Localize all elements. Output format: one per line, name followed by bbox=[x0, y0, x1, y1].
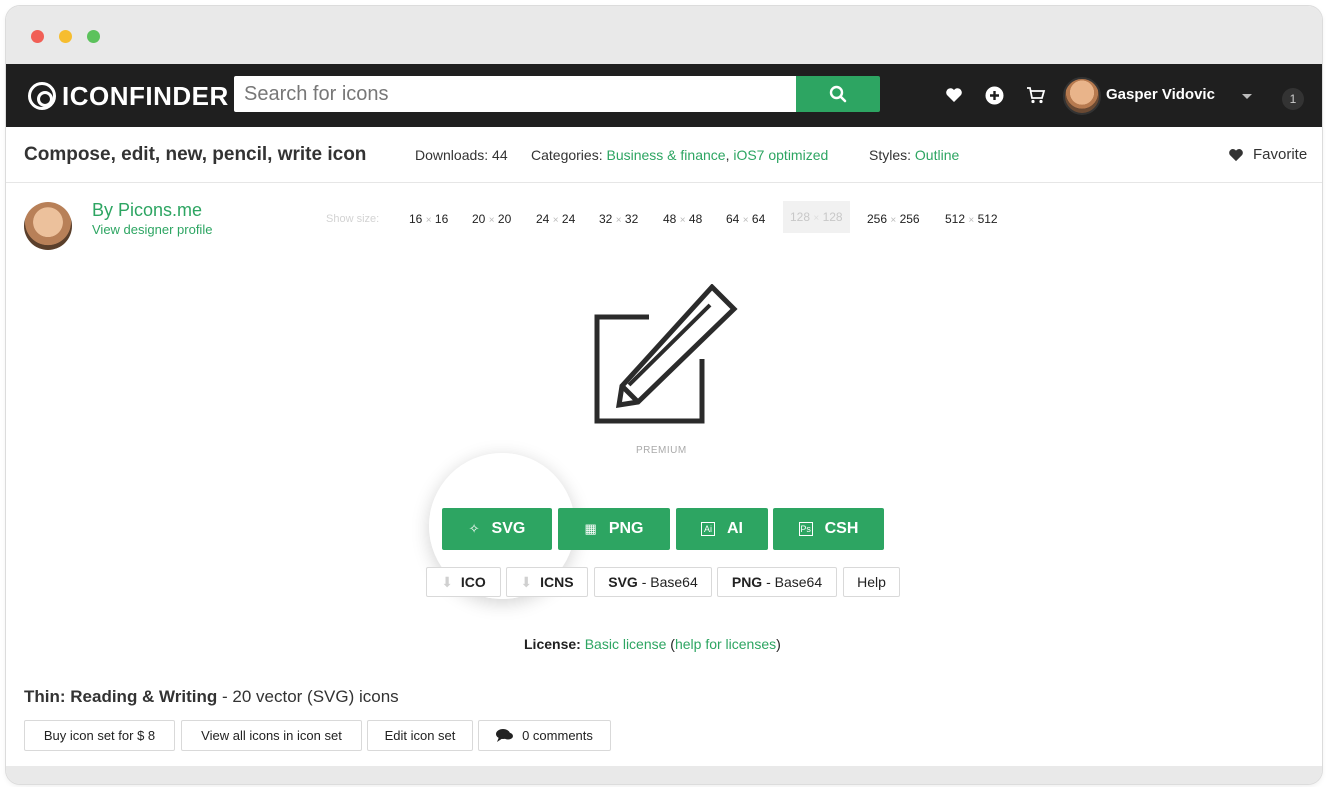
download-png-button[interactable]: ▦ PNG bbox=[558, 508, 670, 550]
edit-icon-set-button[interactable]: Edit icon set bbox=[367, 720, 473, 751]
icon-set-name[interactable]: Thin: Reading & Writing bbox=[24, 687, 217, 706]
maximize-window-button[interactable] bbox=[87, 30, 100, 43]
vector-pen-icon: ✧ bbox=[468, 521, 480, 536]
iconfinder-logo[interactable]: ICONFINDER bbox=[28, 80, 229, 111]
size-option-32[interactable]: 32 × 32 bbox=[599, 212, 638, 226]
favorite-label: Favorite bbox=[1253, 146, 1308, 163]
buy-icon-set-button[interactable]: Buy icon set for $ 8 bbox=[24, 720, 175, 751]
styles-label: Styles: bbox=[869, 147, 912, 163]
favorite-button[interactable]: Favorite bbox=[1228, 146, 1307, 163]
search-button[interactable] bbox=[796, 76, 880, 112]
size-option-16[interactable]: 16 × 16 bbox=[409, 212, 448, 226]
user-avatar[interactable] bbox=[1063, 77, 1101, 115]
premium-badge: PREMIUM bbox=[636, 445, 687, 456]
styles: Styles: Outline bbox=[869, 147, 959, 163]
photoshop-icon: Ps bbox=[798, 522, 813, 536]
chevron-down-icon[interactable] bbox=[1242, 94, 1252, 99]
arrow-down-icon: ⬇ bbox=[441, 573, 453, 590]
view-all-icons-button[interactable]: View all icons in icon set bbox=[181, 720, 362, 751]
category-link-business-finance[interactable]: Business & finance bbox=[606, 147, 725, 163]
footer-bar bbox=[6, 766, 1322, 784]
show-size-label: Show size: bbox=[326, 213, 380, 225]
size-option-24[interactable]: 24 × 24 bbox=[536, 212, 575, 226]
license-label: License: bbox=[524, 636, 581, 652]
notification-badge[interactable]: 1 bbox=[1282, 88, 1304, 110]
icon-set-title: Thin: Reading & Writing - 20 vector (SVG… bbox=[24, 687, 399, 706]
downloads-count: Downloads: 44 bbox=[415, 147, 508, 163]
minimize-window-button[interactable] bbox=[59, 30, 72, 43]
download-csh-button[interactable]: Ps CSH bbox=[773, 508, 884, 550]
categories: Categories: Business & finance, iOS7 opt… bbox=[531, 147, 828, 163]
size-option-20[interactable]: 20 × 20 bbox=[472, 212, 511, 226]
window-titlebar bbox=[6, 6, 1322, 64]
comments-icon bbox=[496, 729, 514, 742]
designer-avatar[interactable] bbox=[24, 202, 72, 250]
close-window-button[interactable] bbox=[31, 30, 44, 43]
cart-icon[interactable] bbox=[1025, 84, 1047, 106]
help-for-licenses-link[interactable]: help for licenses bbox=[675, 636, 776, 652]
basic-license-link[interactable]: Basic license bbox=[585, 636, 667, 652]
illustrator-icon: Ai bbox=[701, 522, 715, 536]
help-button[interactable]: Help bbox=[843, 567, 900, 597]
top-navbar: ICONFINDER Gasper Vidovic 1 bbox=[6, 64, 1322, 127]
category-link-ios7[interactable]: iOS7 optimized bbox=[733, 147, 828, 163]
size-option-48[interactable]: 48 × 48 bbox=[663, 212, 702, 226]
user-name[interactable]: Gasper Vidovic bbox=[1106, 86, 1215, 103]
icon-info-bar: Compose, edit, new, pencil, write icon D… bbox=[6, 127, 1322, 183]
categories-label: Categories: bbox=[531, 147, 603, 163]
arrow-down-icon: ⬇ bbox=[520, 573, 533, 590]
style-link-outline[interactable]: Outline bbox=[915, 147, 959, 163]
view-designer-profile-link[interactable]: View designer profile bbox=[92, 222, 212, 237]
eye-logo-icon bbox=[28, 82, 56, 110]
license-info: License: Basic license (help for license… bbox=[524, 636, 781, 652]
browser-window: ICONFINDER Gasper Vidovic 1 Compose, edi… bbox=[6, 6, 1322, 784]
download-png-base64-button[interactable]: PNG - Base64 bbox=[717, 567, 837, 597]
size-option-128-selected[interactable]: 128 × 128 bbox=[783, 201, 850, 233]
search-icon bbox=[829, 85, 847, 103]
page-title: Compose, edit, new, pencil, write icon bbox=[24, 144, 367, 165]
logo-text: ICONFINDER bbox=[62, 80, 229, 111]
download-svg-base64-button[interactable]: SVG - Base64 bbox=[594, 567, 712, 597]
download-svg-button[interactable]: ✧ SVG bbox=[442, 508, 552, 550]
comments-count: 0 comments bbox=[522, 728, 593, 743]
designer-name-link[interactable]: By Picons.me bbox=[92, 200, 202, 221]
search-input[interactable] bbox=[234, 76, 796, 112]
heart-icon bbox=[1229, 148, 1243, 161]
download-icns-button[interactable]: ⬇ ICNS bbox=[506, 567, 588, 597]
add-circle-icon[interactable] bbox=[983, 84, 1005, 106]
grid-icon: ▦ bbox=[584, 521, 597, 536]
favorites-heart-icon[interactable] bbox=[943, 84, 965, 106]
size-option-256[interactable]: 256 × 256 bbox=[867, 212, 920, 226]
pencil-compose-icon bbox=[591, 283, 741, 434]
comments-button[interactable]: 0 comments bbox=[478, 720, 611, 751]
download-ico-button[interactable]: ⬇ ICO bbox=[426, 567, 501, 597]
size-option-64[interactable]: 64 × 64 bbox=[726, 212, 765, 226]
size-option-512[interactable]: 512 × 512 bbox=[945, 212, 998, 226]
download-ai-button[interactable]: Ai AI bbox=[676, 508, 768, 550]
